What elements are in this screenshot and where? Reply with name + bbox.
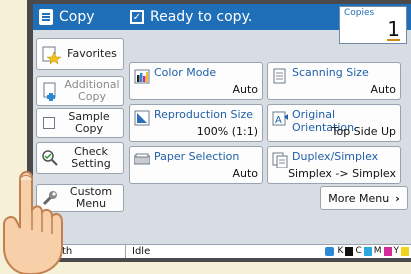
sample-copy-checkbox — [43, 117, 55, 129]
paper-selection-tile[interactable]: Paper Selection Auto — [129, 146, 263, 184]
toner-k-label: K — [337, 246, 344, 256]
copies-label: Copies — [344, 8, 375, 18]
duplex-icon — [272, 152, 288, 168]
toner-y-label: Y — [393, 246, 400, 256]
toner-m-swatch — [383, 246, 392, 256]
additional-copy-button[interactable]: Additional Copy — [36, 76, 124, 106]
scanning-size-icon — [273, 68, 286, 84]
toner-k-swatch — [345, 246, 354, 256]
favorites-label: Favorites — [67, 47, 117, 60]
duplex-simplex-value: Simplex -> Simplex — [288, 167, 396, 180]
machine-status: Idle — [132, 246, 151, 257]
color-mode-tile[interactable]: Color Mode Auto — [129, 62, 263, 100]
sample-copy-button[interactable]: Sample Copy — [36, 108, 124, 138]
pointing-hand-icon — [3, 170, 63, 274]
toner-y-swatch — [401, 246, 409, 256]
scanning-size-tile[interactable]: Scanning Size Auto — [267, 62, 401, 100]
color-mode-title: Color Mode — [154, 66, 217, 79]
scanning-size-value: Auto — [370, 83, 396, 96]
original-orientation-icon: A — [272, 111, 288, 126]
toner-c-swatch — [363, 246, 372, 256]
ready-check-icon: ✓ — [130, 10, 144, 24]
paper-tray-icon — [134, 153, 150, 165]
copy-document-icon — [39, 9, 53, 25]
more-menu-button[interactable]: More Menu › — [320, 186, 408, 210]
paper-selection-value: Auto — [232, 167, 258, 180]
original-orientation-tile[interactable]: A Original Orientation Top Side Up — [267, 104, 401, 142]
favorites-star-icon — [42, 46, 61, 64]
toner-c-label: C — [355, 246, 362, 256]
reproduction-size-value: 100% (1:1) — [196, 125, 258, 138]
duplex-simplex-title: Duplex/Simplex — [292, 150, 379, 163]
svg-text:A: A — [275, 115, 282, 126]
reproduction-size-title: Reproduction Size — [154, 108, 254, 121]
additional-copy-icon — [43, 82, 56, 101]
original-orientation-value: Top Side Up — [331, 125, 396, 138]
favorites-button[interactable]: Favorites — [36, 38, 124, 70]
chevron-right-icon: › — [395, 191, 400, 205]
reproduction-size-tile[interactable]: Reproduction Size 100% (1:1) — [129, 104, 263, 142]
main-area: ✓ Ready to copy. Copies 1 Color Mode Aut… — [125, 4, 411, 244]
scanning-size-title: Scanning Size — [292, 66, 369, 79]
toner-m-label: M — [373, 246, 382, 256]
magnifier-check-icon — [42, 150, 58, 166]
copies-value: 1 — [387, 17, 400, 41]
toner-refresh-icon — [324, 246, 334, 256]
app-title: Copy — [59, 9, 95, 25]
paper-selection-title: Paper Selection — [154, 150, 240, 163]
duplex-simplex-tile[interactable]: Duplex/Simplex Simplex -> Simplex — [267, 146, 401, 184]
more-menu-label: More Menu — [328, 191, 390, 205]
reproduction-size-icon — [134, 110, 150, 126]
toner-levels: K C M Y — [324, 246, 409, 256]
copies-field[interactable]: Copies 1 — [339, 6, 407, 44]
sample-copy-label: Sample Copy — [68, 110, 110, 135]
color-mode-icon — [134, 69, 150, 84]
status-message: Ready to copy. — [150, 9, 253, 25]
color-mode-value: Auto — [232, 83, 258, 96]
copy-title-bar: Copy — [33, 4, 125, 30]
additional-copy-label: Additional Copy — [64, 78, 120, 103]
check-setting-label: Check Setting — [71, 145, 111, 170]
